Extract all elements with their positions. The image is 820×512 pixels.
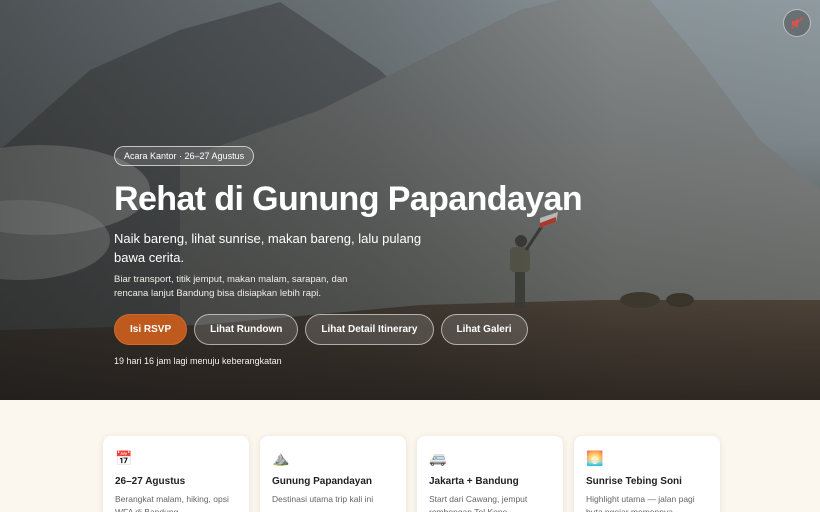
- info-card-sunrise: 🌅 Sunrise Tebing Soni Highlight utama — …: [574, 436, 720, 512]
- gallery-button[interactable]: Lihat Galeri: [440, 314, 528, 345]
- departure-countdown: 19 hari 16 jam lagi menuju keberangkatan: [114, 356, 282, 366]
- card-text: Destinasi utama trip kali ini: [272, 494, 374, 504]
- card-text: Highlight utama — jalan pagi buta ngejar…: [586, 494, 695, 512]
- hero-description: Biar transport, titik jemput, makan mala…: [114, 274, 348, 299]
- event-badge: Acara Kantor · 26–27 Agustus: [114, 146, 255, 166]
- itinerary-button[interactable]: Lihat Detail Itinerary: [305, 314, 434, 345]
- info-cards: 📅 26–27 Agustus Berangkat malam, hiking,…: [103, 436, 720, 512]
- info-card-destination: ⛰️ Gunung Papandayan Destinasi utama tri…: [260, 436, 406, 512]
- page-title: Rehat di Gunung Papandayan: [114, 180, 583, 218]
- info-card-date: 📅 26–27 Agustus Berangkat malam, hiking,…: [103, 436, 249, 512]
- calendar-icon: 📅: [115, 450, 133, 466]
- hero-section: Acara Kantor · 26–27 Agustus Rehat di Gu…: [0, 0, 820, 400]
- sunrise-icon: 🌅: [586, 450, 604, 466]
- hero-actions: Isi RSVP Lihat Rundown Lihat Detail Itin…: [114, 314, 528, 345]
- card-title: Sunrise Tebing Soni: [586, 476, 682, 487]
- hero-subtitle: Naik bareng, lihat sunrise, makan bareng…: [114, 231, 422, 265]
- card-text: Berangkat malam, hiking, opsi WFA di Ban…: [115, 494, 229, 512]
- van-icon: 🚐: [429, 450, 447, 466]
- card-title: Gunung Papandayan: [272, 476, 373, 487]
- rsvp-button[interactable]: Isi RSVP: [114, 314, 188, 345]
- card-title: Jakarta + Bandung: [429, 476, 519, 487]
- rundown-button[interactable]: Lihat Rundown: [194, 314, 299, 345]
- card-title: 26–27 Agustus: [115, 476, 186, 487]
- mute-sound-button[interactable]: [783, 9, 811, 37]
- mountain-icon: ⛰️: [272, 450, 290, 466]
- speaker-muted-icon: [790, 16, 804, 30]
- info-card-transport: 🚐 Jakarta + Bandung Start dari Cawang, j…: [417, 436, 563, 512]
- card-text: Start dari Cawang, jemput rombongan Tol …: [429, 494, 528, 512]
